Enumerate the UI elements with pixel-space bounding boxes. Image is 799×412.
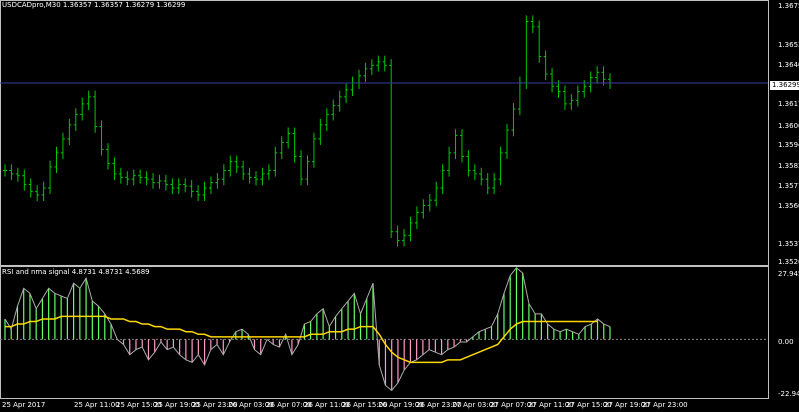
time-label: 25 Apr 2017	[2, 401, 46, 409]
time-label: 27 Apr 23:00	[642, 401, 688, 409]
indicator-scale-label: 27.9452	[778, 270, 799, 278]
current-price-tag: 1.36299	[770, 81, 799, 90]
price-label: 1.35600	[778, 202, 799, 210]
price-label: 1.35830	[778, 162, 799, 170]
price-label: 1.36060	[778, 122, 799, 130]
indicator-panel-frame	[0, 266, 769, 399]
price-label: 1.35260	[778, 258, 799, 266]
price-label: 1.36405	[778, 61, 799, 69]
price-label: 1.35370	[778, 240, 799, 248]
chart-canvas	[0, 0, 769, 399]
indicator-scale-label: -22.9428	[778, 390, 799, 398]
main-chart-title: USDCADpro,M30 1.36357 1.36357 1.36279 1.…	[2, 1, 186, 9]
rsi-line	[4, 267, 611, 392]
time-label: 25 Apr 11:00	[74, 401, 120, 409]
price-label: 1.36175	[778, 100, 799, 108]
price-label: 1.35715	[778, 182, 799, 190]
price-label: 1.35945	[778, 141, 799, 149]
indicator-title: RSI and nma signal 4.8731 4.8731 4.5689	[2, 268, 150, 276]
price-label: 1.36530	[778, 41, 799, 49]
price-label: 1.36750	[778, 2, 799, 10]
main-panel-frame	[0, 0, 769, 266]
indicator-scale-label: 0.00	[778, 338, 794, 346]
